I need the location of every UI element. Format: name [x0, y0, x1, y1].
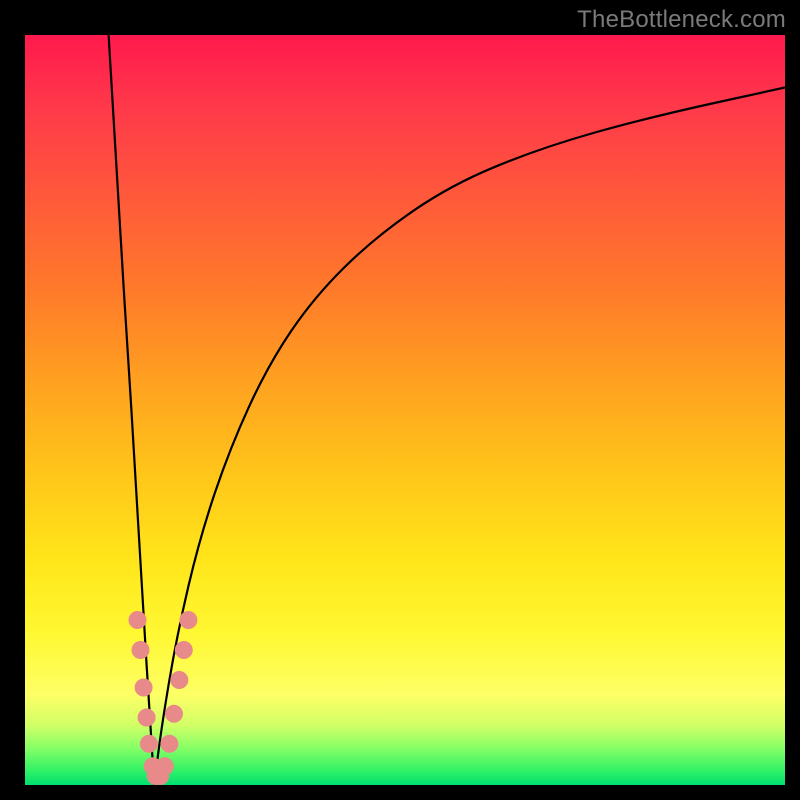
marker-dot	[132, 641, 150, 659]
marker-dot	[175, 641, 193, 659]
marker-dot	[138, 709, 156, 727]
marker-dot	[165, 705, 183, 723]
marker-dot	[179, 611, 197, 629]
marker-dot	[135, 679, 153, 697]
chart-stage: TheBottleneck.com	[0, 0, 800, 800]
marker-group	[129, 611, 198, 785]
right-branch-line	[154, 88, 785, 786]
marker-dot	[140, 735, 158, 753]
marker-dot	[129, 611, 147, 629]
left-branch-line	[109, 35, 155, 785]
marker-dot	[170, 671, 188, 689]
plot-area	[25, 35, 785, 785]
marker-dot	[160, 735, 178, 753]
curve-layer	[25, 35, 785, 785]
marker-dot	[156, 757, 174, 775]
watermark-text: TheBottleneck.com	[577, 6, 786, 34]
